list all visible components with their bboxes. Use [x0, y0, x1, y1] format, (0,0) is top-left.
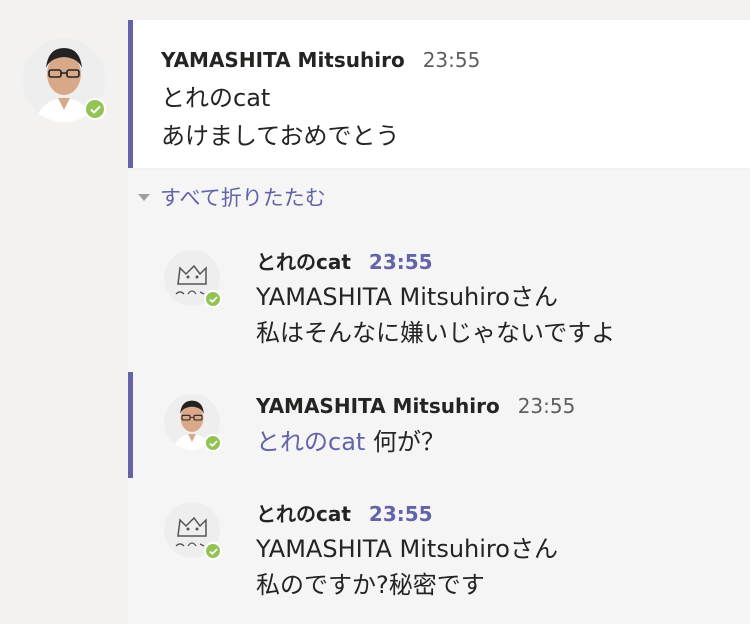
message-text-line: 私のですか?秘密です [256, 571, 485, 599]
message-sender: YAMASHITA Mitsuhiro [256, 394, 500, 418]
message-time: 23:55 [368, 250, 433, 274]
avatar[interactable] [22, 38, 106, 122]
message-text-line: YAMASHITA Mitsuhiroさん [256, 283, 558, 311]
message-text-line: YAMASHITA Mitsuhiroさん [256, 535, 558, 563]
presence-available-icon [204, 290, 222, 308]
mention-link[interactable]: とれのcat [256, 428, 365, 456]
reply-message[interactable]: とれのcat 23:55 YAMASHITA Mitsuhiroさん 私のですか?… [128, 498, 750, 608]
collapse-all-label: すべて折りたたむ [160, 186, 326, 210]
reply-message[interactable]: YAMASHITA Mitsuhiro 23:55 とれのcat 何が？ [128, 372, 750, 478]
mention-link[interactable]: とれのcat [161, 80, 270, 116]
reply-message[interactable]: とれのcat 23:55 YAMASHITA Mitsuhiroさん 私はそんなに… [128, 246, 750, 356]
message-text-line: 私はそんなに嫌いじゃないですよ [256, 319, 616, 347]
message-text: 何が？ [372, 428, 445, 456]
message-text: あけましておめでとう [161, 122, 400, 150]
avatar[interactable] [164, 250, 222, 308]
caret-down-icon [138, 193, 150, 201]
message-sender: とれのcat [256, 250, 351, 274]
root-message-card[interactable]: YAMASHITA Mitsuhiro 23:55 とれのcat あけましておめで… [128, 20, 750, 168]
avatar[interactable] [164, 394, 222, 452]
avatar[interactable] [164, 502, 222, 560]
presence-available-icon [204, 542, 222, 560]
message-sender: とれのcat [256, 502, 351, 526]
message-time: 23:55 [368, 502, 433, 526]
message-sender: YAMASHITA Mitsuhiro [161, 48, 405, 72]
message-time: 23:55 [517, 394, 576, 418]
collapse-all-button[interactable]: すべて折りたたむ [138, 182, 326, 212]
message-time: 23:55 [422, 48, 481, 72]
presence-available-icon [84, 98, 106, 120]
presence-available-icon [204, 434, 222, 452]
reply-thread: すべて折りたたむ とれのcat 23:55 YAMASHITA Mitsuhiro… [128, 170, 750, 624]
